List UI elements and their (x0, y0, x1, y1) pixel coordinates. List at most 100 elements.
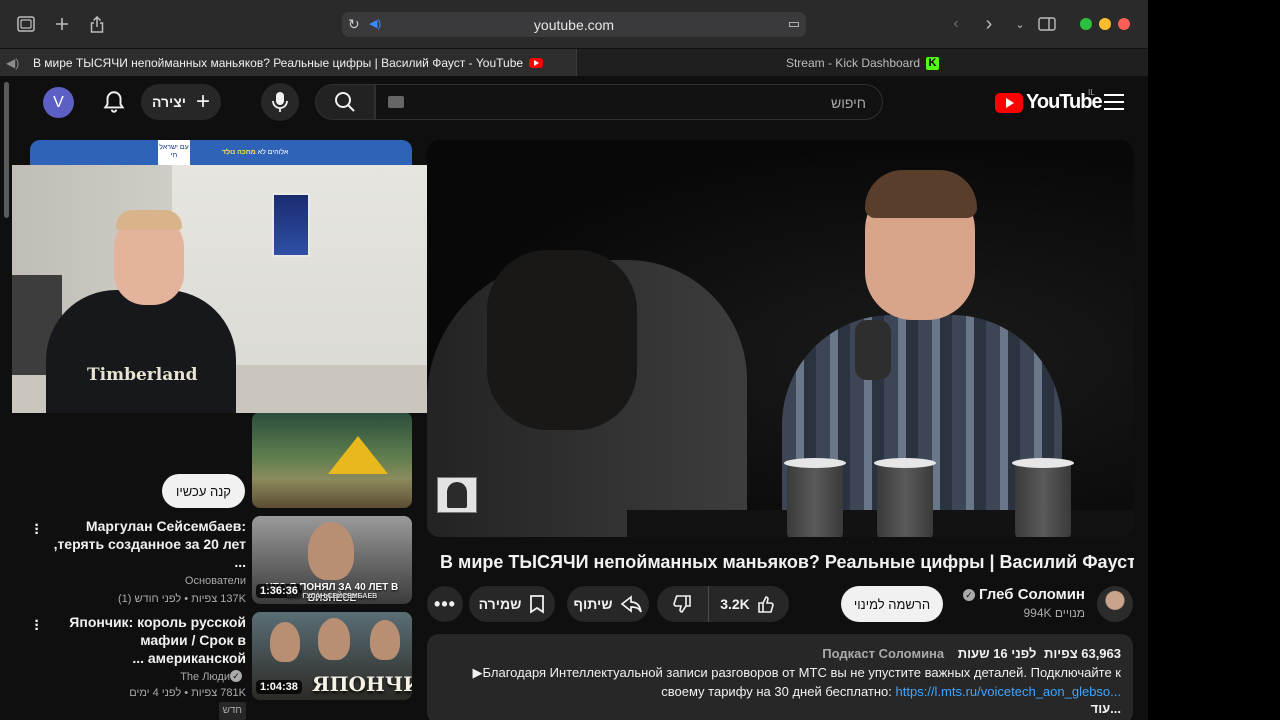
window-minimize-button[interactable] (1099, 18, 1111, 30)
duration-badge: 1:36:36 (256, 584, 302, 598)
thumb-face (308, 522, 354, 580)
new-tab-icon[interactable] (50, 12, 74, 36)
share-label: שיתוף (573, 596, 613, 612)
rec-thumbnail[interactable]: ЯПОНЧИК 1:04:38 (252, 612, 412, 700)
address-bar[interactable]: ↻ ◀) youtube.com ▭ (342, 12, 806, 37)
verified-icon: ✓ (963, 589, 976, 601)
subscribe-button[interactable]: הרשמה למינוי (841, 586, 943, 622)
webcam-shirt-text: Timberland (87, 365, 198, 385)
verified-icon: ✓ (230, 670, 242, 682)
plus-icon: + (196, 88, 211, 115)
browser-window: ↻ ◀) youtube.com ▭ ‹ › ⌄ ◀) В мире ТЫСЯЧ… (0, 0, 1148, 720)
list-item[interactable]: Япончик: король русской мафии / Срок в а… (40, 613, 246, 720)
tab-youtube[interactable]: ◀) В мире ТЫСЯЧИ непойманных маньяков? Р… (0, 49, 576, 77)
webcam-overlay: Timberland (12, 165, 452, 413)
description-meta: 63,963 צפיות לפני 16 שעות Подкаст Соломи… (439, 646, 1121, 661)
thumb-face (318, 618, 350, 660)
description-line2: своему тарифу на 30 дней бесплатно: (661, 684, 892, 699)
masthead: V יצירה + חיפוש YouTube IL (0, 76, 1148, 128)
show-more-link[interactable]: ...עוד (439, 701, 1121, 716)
channel-avatar[interactable] (1097, 586, 1133, 622)
like-button[interactable]: 3.2K (709, 586, 789, 622)
browser-toolbar: ↻ ◀) youtube.com ▭ ‹ › ⌄ (0, 0, 1148, 48)
ad-text-highlight: מחכה נולד (222, 149, 256, 156)
guest-hair (865, 170, 977, 218)
ad-text-prefix: אלוהים לא (257, 149, 289, 156)
rec-meta: 137K צפיות • לפני חודש (1) (118, 593, 246, 605)
description-link[interactable]: https://l.mts.ru/voicetech_aon_glebso... (896, 684, 1121, 699)
rec-title: Маргулан Сейсембаев: терять созданное за… (53, 518, 246, 570)
webcam-poster (272, 193, 310, 257)
keyboard-icon[interactable] (388, 96, 404, 108)
thumb-face (370, 620, 400, 660)
webcam-person-body (46, 290, 236, 413)
rec-channel-row: ✓The Люди (40, 669, 246, 685)
share-button[interactable]: שיתוף (567, 586, 649, 622)
sidebar-icon[interactable] (1035, 12, 1059, 36)
microphone (855, 320, 891, 380)
tab-title: Stream - Kick Dashboard (785, 56, 921, 70)
subscriber-count: 994K מנויים (1023, 606, 1085, 620)
tab-kick[interactable]: Stream - Kick Dashboard K (576, 49, 1148, 77)
share-arrow-icon (621, 595, 643, 613)
save-button[interactable]: שמירה (469, 586, 555, 622)
more-actions-button[interactable]: ••• (427, 586, 463, 622)
ad-thumbnail[interactable] (252, 412, 412, 508)
menu-icon[interactable] (1104, 94, 1124, 110)
voice-search-button[interactable] (261, 83, 299, 121)
video-actions: ••• שמירה שיתוף 3.2K הרשמה למינוי ✓ Глеб… (427, 584, 1133, 624)
description-line1: ▶Благодаря Интеллектуальной записи разго… (472, 665, 1121, 680)
create-button[interactable]: יצירה + (141, 84, 221, 120)
dislike-icon (672, 595, 691, 613)
more-icon: ••• (434, 593, 456, 614)
cup (784, 458, 846, 537)
sidebar-toggle-icon[interactable] (14, 12, 38, 36)
chevron-down-icon[interactable]: ⌄ (1008, 12, 1032, 36)
tab-audio-icon[interactable]: ◀) (6, 56, 19, 70)
cup (1012, 458, 1074, 537)
search-input[interactable]: חיפוש (375, 84, 883, 120)
podcast-channel: Подкаст Соломина (822, 646, 945, 661)
url-text: youtube.com (533, 17, 615, 33)
like-count: 3.2K (720, 596, 750, 612)
dislike-button[interactable] (657, 586, 709, 622)
video-player[interactable] (427, 140, 1133, 537)
thumb-caption: ЯПОНЧИК (312, 672, 412, 696)
youtube-favicon-icon (529, 58, 544, 68)
back-icon[interactable]: ‹ (944, 12, 968, 36)
share-icon[interactable] (85, 12, 109, 36)
window-close-button[interactable] (1118, 18, 1130, 30)
channel-watermark[interactable] (437, 477, 477, 513)
list-item[interactable]: Маргулан Сейсембаев: терять созданное за… (40, 517, 246, 607)
channel-name-text: Глеб Соломин (979, 586, 1085, 603)
bell-icon[interactable] (101, 89, 127, 115)
desktop-background (1148, 0, 1280, 720)
channel-name[interactable]: ✓ Глеб Соломин (957, 586, 1085, 603)
rec-thumbnail[interactable]: ЧТО Я ПОНЯЛ ЗА 40 ЛЕТ В БИЗНЕСЕ МАРГУЛАН… (252, 516, 412, 604)
webcam-person-hair (116, 210, 182, 230)
reader-icon[interactable]: ▭ (788, 16, 800, 32)
save-label: שמירה (478, 596, 522, 612)
description-text: ▶Благодаря Интеллектуальной записи разго… (439, 663, 1121, 701)
ad-banner-text: אלוהים לא מחכה נולד (222, 149, 288, 156)
search-placeholder: חיפוש (831, 95, 866, 111)
youtube-logo[interactable]: YouTube (995, 91, 1103, 114)
window-zoom-button[interactable] (1080, 18, 1092, 30)
tab-title: В мире ТЫСЯЧИ непойманных маньяков? Реал… (32, 56, 524, 70)
description-box[interactable]: 63,963 צפיות לפני 16 שעות Подкаст Соломи… (427, 634, 1133, 720)
time-ago: לפני 16 שעות (957, 646, 1037, 661)
duration-badge: 1:04:38 (256, 680, 302, 694)
youtube-logo-icon (995, 92, 1023, 113)
mic-icon (272, 92, 288, 112)
buy-now-button[interactable]: קנה עכשיו (162, 474, 245, 508)
save-icon (530, 595, 545, 614)
youtube-page: V יצירה + חיפוש YouTube IL עם ישראל חי א… (0, 76, 1148, 720)
description-line2-row: своему тарифу на 30 дней бесплатно: http… (439, 682, 1121, 701)
search-icon (335, 92, 355, 112)
forward-icon[interactable]: › (977, 12, 1001, 36)
kick-favicon-icon: K (926, 56, 940, 70)
view-count: 63,963 צפיות (1044, 646, 1121, 661)
search-button[interactable] (315, 84, 375, 120)
video-title: В мире ТЫСЯЧИ непойманных маньяков? Реал… (440, 552, 1134, 572)
account-avatar[interactable]: V (43, 87, 74, 118)
